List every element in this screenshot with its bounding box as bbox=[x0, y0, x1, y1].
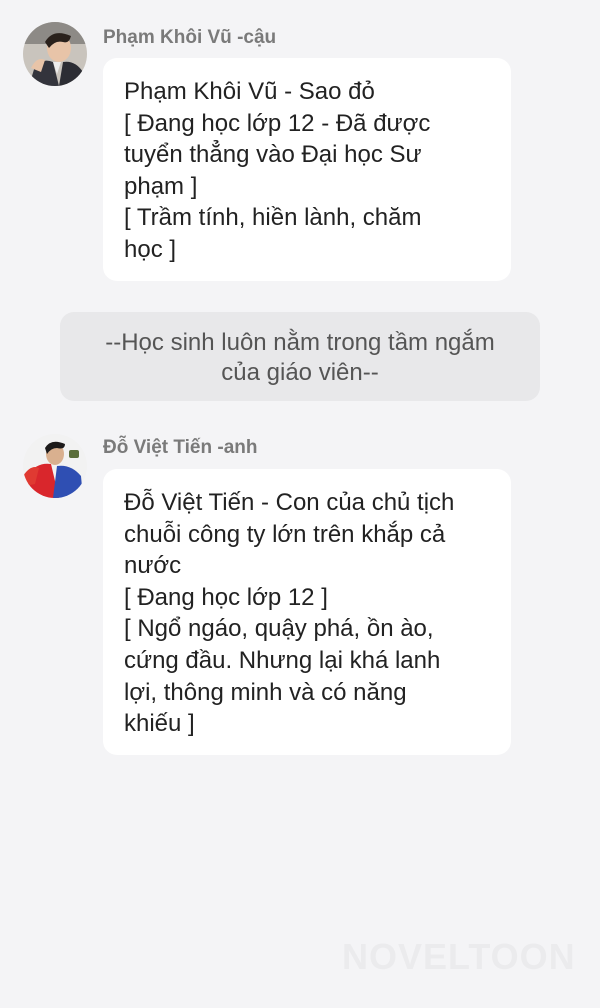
sender-name: Đỗ Việt Tiến -anh bbox=[103, 437, 258, 458]
narration-line: --Học sinh luôn nằm trong tầm ngắm bbox=[105, 329, 495, 356]
avatar[interactable] bbox=[23, 22, 87, 86]
message-line: tuyển thẳng vào Đại học Sư bbox=[124, 141, 422, 169]
message-bubble: Phạm Khôi Vũ - Sao đỏ [ Đang học lớp 12 … bbox=[103, 58, 511, 281]
sender-name: Phạm Khôi Vũ -cậu bbox=[103, 27, 277, 48]
message-bubble: Đỗ Việt Tiến - Con của chủ tịch chuỗi cô… bbox=[103, 469, 511, 755]
message-line: học ] bbox=[124, 235, 177, 263]
message-line: Phạm Khôi Vũ - Sao đỏ bbox=[124, 78, 375, 105]
narration-bubble: --Học sinh luôn nằm trong tầm ngắm của g… bbox=[60, 312, 540, 401]
message-line: [ Đang học lớp 12 ] bbox=[124, 583, 328, 611]
avatar[interactable] bbox=[23, 434, 87, 498]
message-line: cứng đầu. Nhưng lại khá lanh bbox=[124, 646, 441, 674]
narration-line: của giáo viên-- bbox=[221, 359, 379, 386]
message-line: [ Đang học lớp 12 - Đã được bbox=[124, 109, 431, 137]
message-line: [ Ngổ ngáo, quậy phá, ồn ào, bbox=[124, 615, 434, 643]
message-line: Đỗ Việt Tiến - Con của chủ tịch bbox=[124, 489, 455, 516]
avatar-boy-red-jacket-icon bbox=[23, 434, 87, 498]
message-line: lợi, thông minh và có năng bbox=[124, 678, 407, 706]
message-line: chuỗi công ty lớn trên khắp cả bbox=[124, 520, 446, 548]
message-line: [ Trầm tính, hiền lành, chăm bbox=[124, 204, 422, 232]
message-line: nước bbox=[124, 552, 182, 580]
message-line: khiếu ] bbox=[124, 710, 195, 738]
watermark: NOVELTOON bbox=[342, 936, 576, 977]
message-line: phạm ] bbox=[124, 172, 198, 200]
avatar-boy-suit-icon bbox=[23, 22, 87, 86]
